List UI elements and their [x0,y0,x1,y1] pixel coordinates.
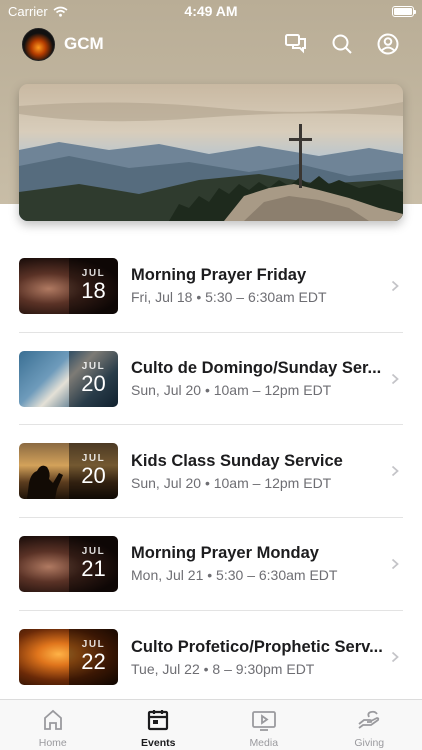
mountain-cross-image [19,84,403,221]
event-datetime: Sun, Jul 20 • 10am – 12pm EDT [131,474,332,491]
event-datetime: Fri, Jul 18 • 5:30 – 6:30am EDT [131,289,327,306]
event-title: Culto Profetico/Prophetic Serv... [131,637,383,656]
event-datetime: Tue, Jul 22 • 8 – 9:30pm EDT [131,660,315,677]
event-thumbnail: JUL 20 [19,350,118,407]
event-row[interactable]: JUL 22 Culto Profetico/Prophetic Serv...… [19,611,403,704]
tab-events[interactable]: Events [106,700,212,750]
chevron-right-icon [391,373,399,385]
date-badge: JUL 22 [69,629,118,686]
event-datetime: Mon, Jul 21 • 5:30 – 6:30am EDT [131,567,338,584]
event-thumbnail: JUL 22 [19,629,118,686]
hero-image[interactable] [19,84,403,221]
status-bar: Carrier 4:49 AM [0,0,422,22]
battery-icon [392,5,416,17]
carrier-label: Carrier [8,3,48,19]
tab-label: Giving [354,737,385,749]
date-day: 22 [81,649,106,675]
date-day: 21 [81,555,106,581]
chevron-right-icon [391,465,399,477]
tab-media[interactable]: Media [211,700,317,750]
church-logo[interactable] [22,27,55,61]
tab-label: Events [141,737,176,749]
event-title: Kids Class Sunday Service [131,451,343,470]
giving-icon [358,710,380,729]
date-month: JUL [81,360,106,372]
date-month: JUL [81,267,106,279]
event-list: JUL 18 Morning Prayer Friday Fri, Jul 18… [19,240,403,703]
date-badge: JUL 18 [69,257,118,314]
tab-label: Home [38,737,67,749]
tab-home[interactable]: Home [0,700,106,750]
event-title: Morning Prayer Friday [131,266,307,285]
event-row[interactable]: JUL 18 Morning Prayer Friday Fri, Jul 18… [19,240,403,333]
date-month: JUL [81,545,106,557]
event-title: Morning Prayer Monday [131,544,319,563]
event-thumbnail: JUL 18 [19,257,118,314]
tab-label: Media [249,737,279,749]
home-icon [43,709,62,730]
date-day: 18 [81,277,106,303]
event-thumbnail: JUL 21 [19,535,118,592]
messages-button[interactable] [284,32,308,56]
chevron-right-icon [391,280,399,292]
chevron-right-icon [391,651,399,663]
media-icon [251,711,276,731]
wifi-icon [53,6,68,17]
status-time: 4:49 AM [184,3,238,19]
event-thumbnail: JUL 20 [19,443,118,500]
date-month: JUL [81,639,106,651]
date-badge: JUL 20 [69,350,118,407]
event-row[interactable]: JUL 20 Culto de Domingo/Sunday Ser... Su… [19,333,403,426]
search-button[interactable] [330,32,354,56]
app-header: GCM [0,22,422,66]
event-row[interactable]: JUL 20 Kids Class Sunday Service Sun, Ju… [19,425,403,519]
brand-name: GCM [64,34,104,53]
tab-giving[interactable]: Giving [317,700,422,750]
profile-icon [377,33,399,55]
event-row[interactable]: JUL 21 Morning Prayer Monday Mon, Jul 21… [19,518,403,611]
chevron-right-icon [391,558,399,570]
date-badge: JUL 21 [69,535,118,592]
chat-icon [285,34,306,54]
date-month: JUL [81,453,106,465]
calendar-icon [148,710,169,731]
search-icon [332,34,352,54]
date-day: 20 [81,463,106,489]
date-badge: JUL 20 [69,443,118,500]
event-datetime: Sun, Jul 20 • 10am – 12pm EDT [131,382,332,399]
tab-bar: Home Events Media Giving [0,699,422,750]
date-day: 20 [81,370,106,396]
event-title: Culto de Domingo/Sunday Ser... [131,359,382,378]
profile-button[interactable] [376,32,400,56]
